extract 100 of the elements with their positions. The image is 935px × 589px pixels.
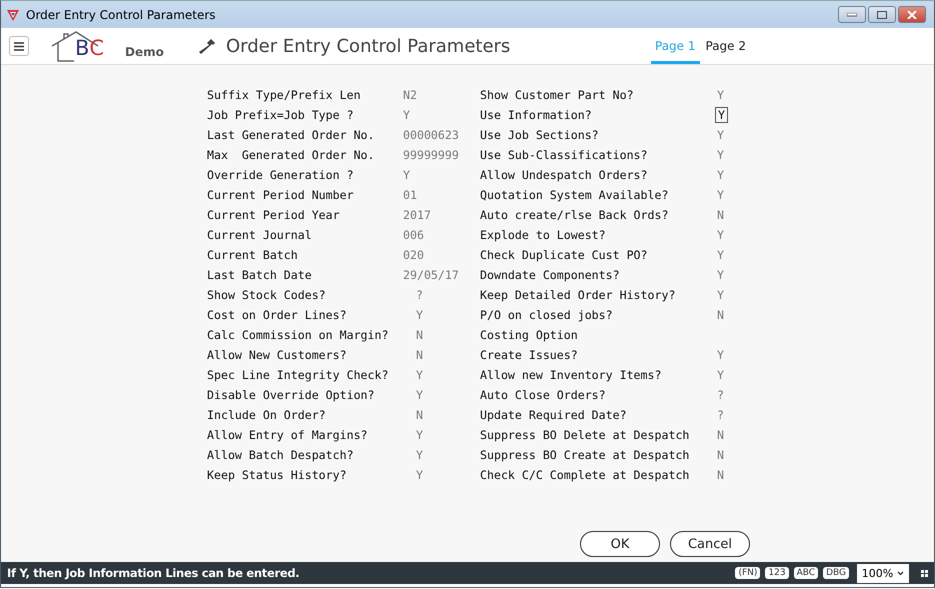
field-value[interactable]: ? — [717, 408, 724, 422]
field-label: Auto Close Orders? — [480, 388, 606, 402]
field-value[interactable]: N2 — [403, 88, 417, 102]
key-indicator: 123 — [765, 567, 789, 579]
ok-button[interactable]: OK — [580, 531, 660, 557]
grid-icon[interactable] — [921, 570, 928, 576]
field-value[interactable]: N — [717, 428, 724, 442]
field-value[interactable]: ? — [416, 288, 423, 302]
field-label: Allow new Inventory Items? — [480, 368, 662, 382]
field-label: Current Batch — [207, 248, 298, 262]
menu-button[interactable] — [9, 36, 29, 56]
field-value[interactable]: 01 — [403, 188, 417, 202]
logo-caption: Demo — [125, 45, 164, 59]
zoom-dropdown[interactable]: 100% — [857, 564, 909, 582]
status-message: If Y, then Job Information Lines can be entered. — [7, 566, 300, 580]
field-label: Check Duplicate Cust PO? — [480, 248, 648, 262]
field-label: Disable Override Option? — [207, 388, 375, 402]
field-value[interactable]: Y — [416, 428, 423, 442]
field-label: Allow Entry of Margins? — [207, 428, 368, 442]
field-value[interactable]: Y — [717, 228, 724, 242]
field-label: Cost on Order Lines? — [207, 308, 347, 322]
field-label: Include On Order? — [207, 408, 326, 422]
field-value[interactable]: Y — [416, 308, 423, 322]
key-indicator: (FN) — [735, 567, 760, 579]
field-value[interactable]: Y — [717, 268, 724, 282]
field-label: Allow Undespatch Orders? — [480, 168, 648, 182]
field-value[interactable]: Y — [416, 448, 423, 462]
field-value[interactable]: 00000623 — [403, 128, 459, 142]
maximize-button[interactable] — [868, 6, 896, 23]
key-indicator: ABC — [794, 567, 818, 579]
field-value[interactable]: Y — [715, 107, 728, 123]
field-label: Suppress BO Delete at Despatch — [480, 428, 690, 442]
field-value[interactable]: Y — [717, 128, 724, 142]
field-value[interactable]: N — [416, 328, 423, 342]
field-value[interactable]: Y — [717, 188, 724, 202]
minimize-button[interactable] — [838, 6, 866, 23]
field-value[interactable]: 006 — [403, 228, 424, 242]
field-value[interactable]: Y — [403, 108, 410, 122]
field-label: Spec Line Integrity Check? — [207, 368, 388, 382]
field-label: Use Job Sections? — [480, 128, 599, 142]
field-value[interactable]: N — [717, 208, 724, 222]
minimize-icon — [847, 12, 857, 16]
field-label: Show Customer Part No? — [480, 88, 634, 102]
field-value[interactable]: N — [416, 408, 423, 422]
logo-letter: C — [89, 38, 104, 59]
field-label: Quotation System Available? — [480, 188, 668, 202]
hammer-icon — [198, 37, 216, 55]
close-icon — [907, 10, 917, 18]
field-value[interactable]: 29/05/17 — [403, 268, 459, 282]
field-value[interactable]: N — [416, 348, 423, 362]
app-icon — [6, 8, 20, 22]
field-value[interactable]: Y — [416, 468, 423, 482]
field-value[interactable]: ? — [717, 388, 724, 402]
page-title: Order Entry Control Parameters — [226, 36, 512, 56]
field-value[interactable]: Y — [416, 368, 423, 382]
field-label: Job Prefix=Job Type ? — [207, 108, 354, 122]
field-label: Current Journal — [207, 228, 312, 242]
field-label: Current Period Year — [207, 208, 340, 222]
field-value[interactable]: 020 — [403, 248, 424, 262]
page-tab[interactable]: Page 1 — [651, 28, 700, 64]
field-label: Suffix Type/Prefix Len — [207, 88, 361, 102]
field-label: Current Period Number — [207, 188, 354, 202]
field-label: Use Information? — [480, 108, 592, 122]
field-value[interactable]: Y — [717, 288, 724, 302]
field-value[interactable]: N — [717, 448, 724, 462]
page-tab[interactable]: Page 2 — [702, 28, 750, 64]
field-value[interactable]: Y — [717, 148, 724, 162]
caret-icon — [897, 570, 904, 576]
field-label: Calc Commission on Margin? — [207, 328, 388, 342]
field-value[interactable]: Y — [416, 388, 423, 402]
field-value[interactable]: N — [717, 468, 724, 482]
field-label: Show Stock Codes? — [207, 288, 326, 302]
field-label: Override Generation ? — [207, 168, 354, 182]
field-value[interactable]: Y — [717, 348, 724, 362]
field-label: Check C/C Complete at Despatch — [480, 468, 690, 482]
maximize-icon — [877, 10, 887, 18]
field-value[interactable]: Y — [717, 88, 724, 102]
field-label: Update Required Date? — [480, 408, 627, 422]
field-label: Keep Detailed Order History? — [480, 288, 676, 302]
key-indicator: DBG — [823, 567, 849, 579]
field-value[interactable]: 99999999 — [403, 148, 459, 162]
field-value[interactable]: Y — [717, 248, 724, 262]
field-label: Suppress BO Create at Despatch — [480, 448, 690, 462]
field-label: Max Generated Order No. — [207, 148, 375, 162]
field-label: Downdate Components? — [480, 268, 620, 282]
field-label: Allow New Customers? — [207, 348, 347, 362]
field-value[interactable]: Y — [717, 168, 724, 182]
field-label: Explode to Lowest? — [480, 228, 606, 242]
field-value[interactable]: Y — [403, 168, 410, 182]
close-button[interactable] — [898, 6, 926, 23]
field-label: Use Sub-Classifications? — [480, 148, 648, 162]
field-value[interactable]: N — [717, 308, 724, 322]
logo-letter: B — [75, 38, 90, 59]
field-label: P/O on closed jobs? — [480, 308, 613, 322]
window-title: Order Entry Control Parameters — [26, 8, 217, 22]
field-label: Auto create/rlse Back Ords? — [480, 208, 668, 222]
field-value[interactable]: 2017 — [403, 208, 431, 222]
field-label: Last Generated Order No. — [207, 128, 375, 142]
field-value[interactable]: Y — [717, 368, 724, 382]
cancel-button[interactable]: Cancel — [670, 531, 750, 557]
